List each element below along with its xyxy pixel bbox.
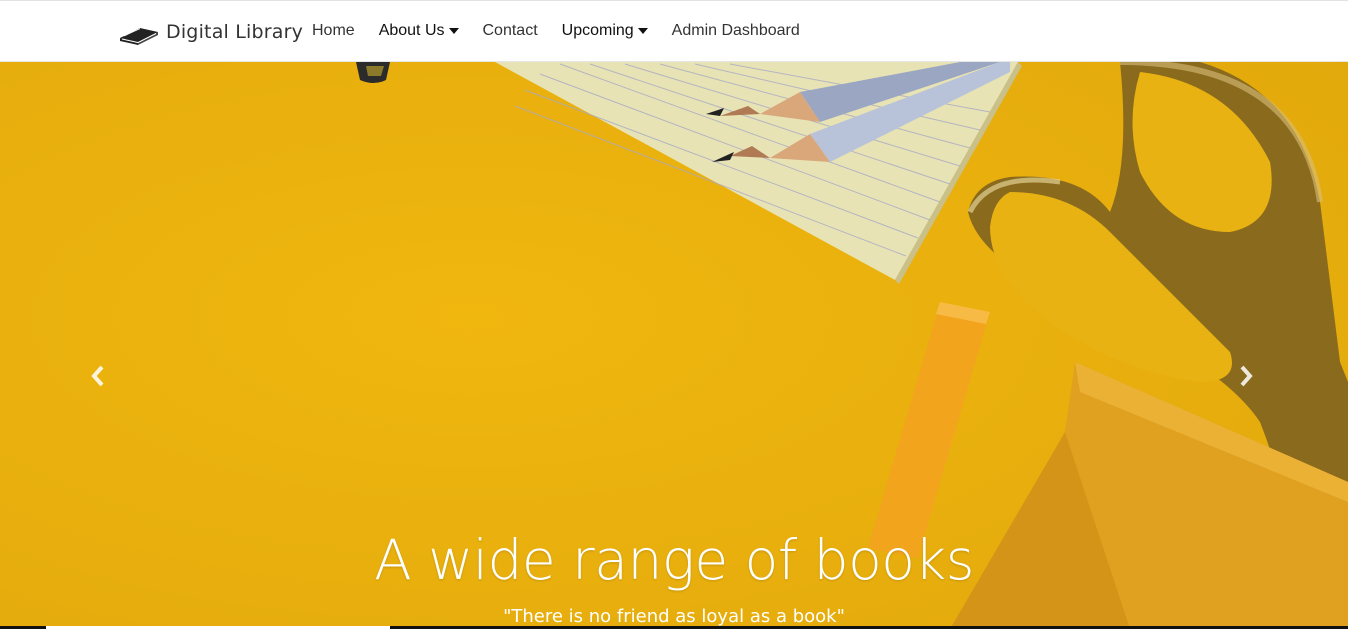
- nav-admin-dashboard[interactable]: Admin Dashboard: [660, 1, 812, 61]
- carousel-caption-title: A wide range of books: [374, 528, 974, 592]
- brand-link[interactable]: Digital Library: [118, 17, 303, 47]
- book-icon: [120, 28, 158, 45]
- carousel-caption-subtitle: "There is no friend as loyal as a book": [503, 606, 845, 627]
- nav-contact[interactable]: Contact: [471, 1, 550, 61]
- nav-about-dropdown[interactable]: About Us: [367, 1, 471, 61]
- chevron-right-icon[interactable]: [1236, 362, 1256, 390]
- caret-down-icon: [448, 28, 459, 34]
- main-nav: Home About Us Contact Upcoming Admin Das…: [300, 1, 812, 61]
- nav-upcoming-dropdown[interactable]: Upcoming: [550, 1, 660, 61]
- nav-upcoming-label: Upcoming: [561, 22, 634, 39]
- hero-carousel: A wide range of books "There is no frien…: [0, 62, 1348, 629]
- caret-down-icon: [637, 28, 648, 34]
- nav-about-label: About Us: [378, 22, 445, 39]
- navbar: Digital Library Home About Us Contact Up…: [0, 1, 1348, 62]
- brand-name: Digital Library: [166, 21, 304, 43]
- nav-home[interactable]: Home: [300, 1, 367, 61]
- chevron-left-icon[interactable]: [88, 362, 108, 390]
